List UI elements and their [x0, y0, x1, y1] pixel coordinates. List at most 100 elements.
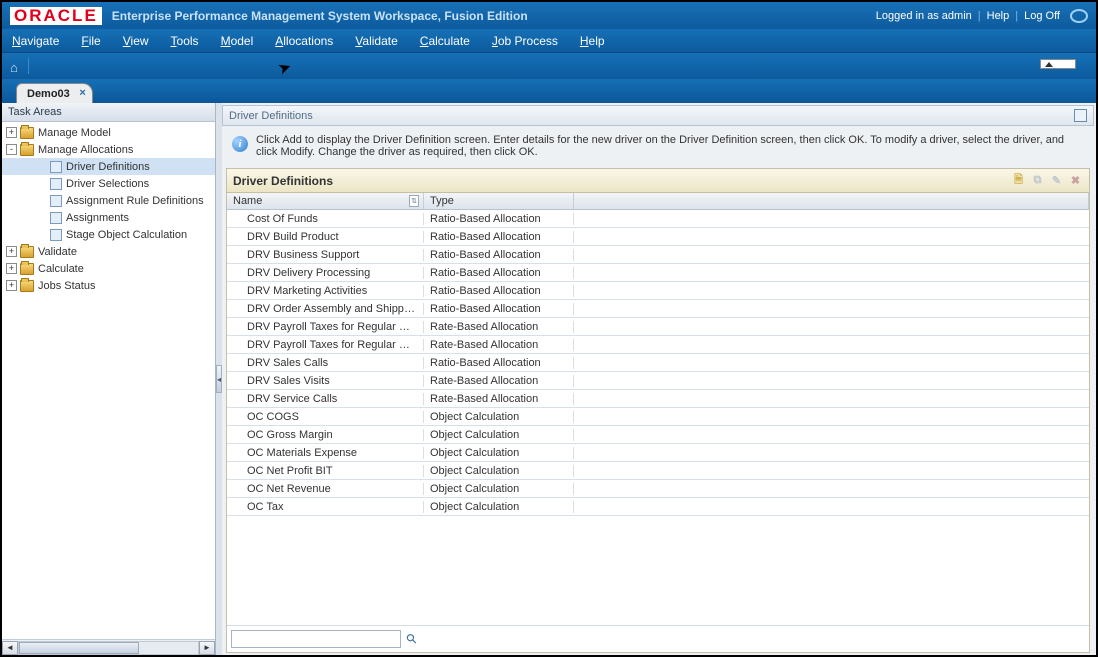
menu-calculate[interactable]: Calculate — [420, 34, 470, 48]
cell-name: DRV Build Product — [227, 231, 424, 243]
grid-header: Name ⇅ Type — [227, 193, 1089, 210]
tree-item-calculate[interactable]: +Calculate — [2, 260, 215, 277]
folder-icon — [20, 280, 34, 292]
sidebar-title: Task Areas — [2, 103, 215, 122]
expander-blank — [36, 212, 47, 223]
sort-icon[interactable]: ⇅ — [409, 195, 419, 207]
scroll-track[interactable] — [18, 641, 199, 655]
table-row[interactable]: OC Materials ExpenseObject Calculation — [227, 444, 1089, 462]
panel-header: Driver Definitions — [222, 105, 1094, 126]
cell-type: Rate-Based Allocation — [424, 375, 574, 387]
table-row[interactable]: DRV Marketing ActivitiesRatio-Based Allo… — [227, 282, 1089, 300]
table-row[interactable]: OC Net RevenueObject Calculation — [227, 480, 1089, 498]
power-icon[interactable] — [1070, 9, 1088, 23]
menu-view[interactable]: View — [123, 34, 149, 48]
tree-item-manage-model[interactable]: + Manage Model — [2, 124, 215, 141]
menu-allocations[interactable]: Allocations — [275, 34, 333, 48]
table-row[interactable]: Cost Of FundsRatio-Based Allocation — [227, 210, 1089, 228]
logoff-link[interactable]: Log Off — [1024, 10, 1060, 22]
tree-item-label: Manage Model — [38, 127, 111, 139]
menu-model[interactable]: Model — [221, 34, 254, 48]
table-row[interactable]: DRV Payroll Taxes for Regular Wa...Rate-… — [227, 336, 1089, 354]
menu-file[interactable]: File — [81, 34, 100, 48]
expand-icon[interactable]: + — [6, 127, 17, 138]
table-row[interactable]: OC Net Profit BITObject Calculation — [227, 462, 1089, 480]
scroll-thumb[interactable] — [19, 642, 139, 654]
table-row[interactable]: OC COGSObject Calculation — [227, 408, 1089, 426]
copy-icon[interactable]: ⧉ — [1030, 173, 1045, 188]
edit-icon[interactable]: ✎ — [1049, 173, 1064, 188]
tree-item-stage-object-calculation[interactable]: Stage Object Calculation — [2, 226, 215, 243]
table-row[interactable]: DRV Delivery ProcessingRatio-Based Alloc… — [227, 264, 1089, 282]
table-row[interactable]: DRV Service CallsRate-Based Allocation — [227, 390, 1089, 408]
app-title: Enterprise Performance Management System… — [112, 9, 876, 23]
table-row[interactable]: DRV Business SupportRatio-Based Allocati… — [227, 246, 1089, 264]
expander-blank — [36, 161, 47, 172]
scroll-right-button[interactable]: ► — [199, 641, 215, 655]
cell-type: Rate-Based Allocation — [424, 321, 574, 333]
help-link[interactable]: Help — [987, 10, 1010, 22]
cell-type: Object Calculation — [424, 429, 574, 441]
table-row[interactable]: OC Gross MarginObject Calculation — [227, 426, 1089, 444]
cell-type: Object Calculation — [424, 465, 574, 477]
toolbar-widget[interactable] — [1040, 59, 1076, 69]
tree-item-label: Driver Selections — [66, 178, 149, 190]
table-row[interactable]: DRV Sales VisitsRate-Based Allocation — [227, 372, 1089, 390]
cell-name: DRV Business Support — [227, 249, 424, 261]
tree-item-label: Assignment Rule Definitions — [66, 195, 204, 207]
cell-name: DRV Sales Visits — [227, 375, 424, 387]
scroll-left-button[interactable]: ◄ — [2, 641, 18, 655]
horizontal-scrollbar[interactable]: ◄ ► — [2, 639, 215, 655]
expand-icon[interactable]: + — [6, 280, 17, 291]
cell-type: Ratio-Based Allocation — [424, 249, 574, 261]
info-text: Click Add to display the Driver Definiti… — [256, 134, 1084, 158]
cell-name: DRV Payroll Taxes for Regular Salary — [227, 321, 424, 333]
table-row[interactable]: DRV Payroll Taxes for Regular SalaryRate… — [227, 318, 1089, 336]
close-icon[interactable]: × — [79, 87, 85, 99]
main-panel: Driver Definitions i Click Add to displa… — [222, 103, 1096, 655]
tree-item-manage-allocations[interactable]: - Manage Allocations — [2, 141, 215, 158]
tab-label: Demo03 — [27, 88, 70, 100]
cell-type: Ratio-Based Allocation — [424, 213, 574, 225]
table-row[interactable]: DRV Build ProductRatio-Based Allocation — [227, 228, 1089, 246]
menu-validate[interactable]: Validate — [355, 34, 398, 48]
expand-icon[interactable]: + — [6, 263, 17, 274]
expand-icon[interactable]: + — [6, 246, 17, 257]
cell-type: Rate-Based Allocation — [424, 393, 574, 405]
new-icon[interactable]: 🗎 — [1011, 173, 1026, 188]
app-header: ORACLE Enterprise Performance Management… — [2, 2, 1096, 29]
table-row[interactable]: OC TaxObject Calculation — [227, 498, 1089, 516]
tree-item-assignments[interactable]: Assignments — [2, 209, 215, 226]
cell-name: DRV Payroll Taxes for Regular Wa... — [227, 339, 424, 351]
menu-job process[interactable]: Job Process — [492, 34, 558, 48]
collapse-icon[interactable]: - — [6, 144, 17, 155]
tree-item-driver-selections[interactable]: Driver Selections — [2, 175, 215, 192]
task-tree: + Manage Model - Manage Allocations Driver D… — [2, 122, 215, 639]
toolbar-divider — [28, 58, 29, 74]
menu-navigate[interactable]: Navigate — [12, 34, 59, 48]
search-input[interactable] — [231, 630, 401, 648]
home-icon[interactable]: ⌂ — [10, 60, 22, 72]
column-type[interactable]: Type — [424, 193, 574, 209]
item-icon — [50, 212, 62, 224]
tree-item-validate[interactable]: +Validate — [2, 243, 215, 260]
tree-item-label: Manage Allocations — [38, 144, 133, 156]
maximize-icon[interactable] — [1074, 109, 1087, 122]
tree-item-jobs-status[interactable]: +Jobs Status — [2, 277, 215, 294]
tab-demo03[interactable]: Demo03 × — [16, 83, 93, 103]
grid-footer: ⚲ — [227, 625, 1089, 652]
tree-item-label: Stage Object Calculation — [66, 229, 187, 241]
info-bar: i Click Add to display the Driver Defini… — [222, 126, 1094, 168]
menu-help[interactable]: Help — [580, 34, 605, 48]
table-row[interactable]: DRV Sales CallsRatio-Based Allocation — [227, 354, 1089, 372]
content-panel: Driver Definitions i Click Add to displa… — [222, 105, 1094, 653]
tree-item-assignment-rule-definitions[interactable]: Assignment Rule Definitions — [2, 192, 215, 209]
delete-icon[interactable]: ✖ — [1068, 173, 1083, 188]
tree-item-driver-definitions[interactable]: Driver Definitions — [2, 158, 215, 175]
table-row[interactable]: DRV Order Assembly and ShippingRatio-Bas… — [227, 300, 1089, 318]
cell-name: DRV Delivery Processing — [227, 267, 424, 279]
menu-tools[interactable]: Tools — [171, 34, 199, 48]
column-name[interactable]: Name ⇅ — [227, 193, 424, 209]
search-icon[interactable]: ⚲ — [403, 630, 421, 648]
item-icon — [50, 229, 62, 241]
